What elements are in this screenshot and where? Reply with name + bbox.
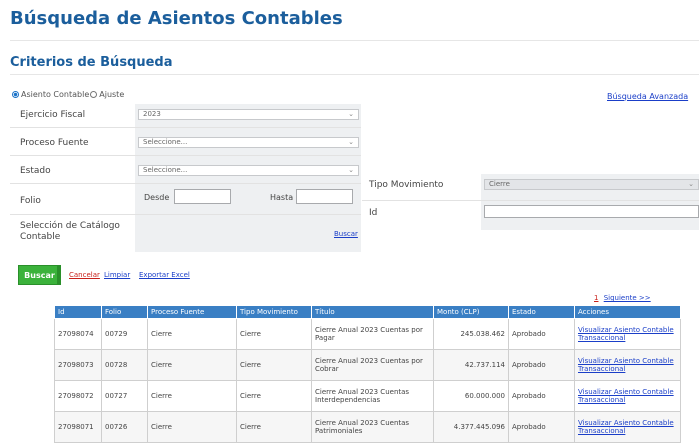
clear-link[interactable]: Limpiar	[104, 271, 130, 279]
cell-monto: 245.038.462	[433, 318, 509, 350]
desde-label: Desde	[144, 193, 170, 202]
view-entry-link[interactable]: Visualizar Asiento Contable Transacciona…	[578, 357, 677, 373]
table-row: 27098071 00726 Cierre Cierre Cierre Anua…	[54, 411, 681, 443]
cell-acciones: Visualizar Asiento Contable Transacciona…	[574, 380, 681, 412]
radio-asiento-label: Asiento Contable	[21, 90, 90, 99]
column-header[interactable]: Estado	[508, 305, 575, 319]
title-divider	[10, 40, 699, 41]
cell-titulo: Cierre Anual 2023 Cuentas Patrimoniales	[311, 411, 434, 443]
folio-desde-input[interactable]	[174, 189, 231, 204]
page-title: Búsqueda de Asientos Contables	[10, 8, 343, 29]
ejercicio-label: Ejercicio Fiscal	[20, 110, 86, 120]
catalogo-label: Selección de Catálogo Contable	[20, 221, 120, 242]
tipo-movimiento-select[interactable]: Cierre ⌄	[484, 179, 699, 190]
radio-ajuste[interactable]	[90, 91, 98, 98]
view-entry-link[interactable]: Visualizar Asiento Contable Transacciona…	[578, 326, 677, 342]
row-divider	[10, 183, 361, 184]
cell-titulo: Cierre Anual 2023 Cuentas por Pagar	[311, 318, 434, 350]
cell-folio: 00727	[101, 380, 148, 412]
cell-tipo: Cierre	[236, 380, 312, 412]
folio-label: Folio	[20, 196, 41, 206]
chevron-down-icon: ⌄	[348, 110, 354, 118]
id-input[interactable]	[484, 205, 699, 218]
estado-label: Estado	[20, 166, 51, 176]
ejercicio-select[interactable]: 2023 ⌄	[138, 109, 359, 120]
ejercicio-value: 2023	[143, 110, 161, 118]
cell-estado: Aprobado	[508, 380, 575, 412]
proceso-select[interactable]: Seleccione... ⌄	[138, 137, 359, 148]
cell-acciones: Visualizar Asiento Contable Transacciona…	[574, 349, 681, 381]
search-button[interactable]: Buscar	[18, 265, 61, 285]
column-header[interactable]: Tipo Movimiento	[236, 305, 312, 319]
cell-estado: Aprobado	[508, 411, 575, 443]
results-table: Id Folio Proceso Fuente Tipo Movimiento …	[54, 305, 681, 443]
catalogo-search-link[interactable]: Buscar	[334, 230, 358, 238]
row-divider	[362, 200, 699, 201]
section-title: Criterios de Búsqueda	[10, 55, 173, 70]
cell-estado: Aprobado	[508, 318, 575, 350]
row-divider	[10, 155, 361, 156]
view-entry-link[interactable]: Visualizar Asiento Contable Transacciona…	[578, 419, 677, 435]
cell-folio: 00726	[101, 411, 148, 443]
cell-proceso: Cierre	[147, 318, 237, 350]
cell-id: 27098074	[54, 318, 102, 350]
next-page-link[interactable]: Siguiente >>	[604, 294, 651, 302]
cell-id: 27098071	[54, 411, 102, 443]
advanced-search-link[interactable]: Búsqueda Avanzada	[607, 92, 688, 101]
cell-folio: 00729	[101, 318, 148, 350]
radio-ajuste-label: Ajuste	[99, 90, 125, 99]
row-divider	[10, 214, 361, 215]
cell-acciones: Visualizar Asiento Contable Transacciona…	[574, 318, 681, 350]
entry-type-radio-group: Asiento Contable Ajuste	[12, 90, 124, 99]
proceso-label: Proceso Fuente	[20, 138, 89, 148]
chevron-down-icon: ⌄	[348, 166, 354, 174]
table-row: 27098074 00729 Cierre Cierre Cierre Anua…	[54, 318, 681, 350]
view-entry-link[interactable]: Visualizar Asiento Contable Transacciona…	[578, 388, 677, 404]
tipo-movimiento-value: Cierre	[489, 180, 510, 188]
cell-titulo: Cierre Anual 2023 Cuentas por Cobrar	[311, 349, 434, 381]
cell-monto: 4.377.445.096	[433, 411, 509, 443]
row-divider	[10, 127, 361, 128]
table-row: 27098073 00728 Cierre Cierre Cierre Anua…	[54, 349, 681, 381]
cell-estado: Aprobado	[508, 349, 575, 381]
chevron-down-icon: ⌄	[348, 138, 354, 146]
column-header[interactable]: Monto (CLP)	[433, 305, 509, 319]
cell-proceso: Cierre	[147, 380, 237, 412]
column-header[interactable]: Id	[54, 305, 102, 319]
table-header-row: Id Folio Proceso Fuente Tipo Movimiento …	[54, 305, 681, 319]
chevron-down-icon: ⌄	[688, 180, 694, 188]
cell-proceso: Cierre	[147, 349, 237, 381]
cell-tipo: Cierre	[236, 411, 312, 443]
cell-titulo: Cierre Anual 2023 Cuentas Interdependenc…	[311, 380, 434, 412]
column-header[interactable]: Título	[311, 305, 434, 319]
cell-monto: 42.737.114	[433, 349, 509, 381]
cell-tipo: Cierre	[236, 318, 312, 350]
folio-hasta-input[interactable]	[296, 189, 353, 204]
id-label: Id	[369, 208, 378, 218]
cell-acciones: Visualizar Asiento Contable Transacciona…	[574, 411, 681, 443]
current-page[interactable]: 1	[594, 294, 598, 302]
table-row: 27098072 00727 Cierre Cierre Cierre Anua…	[54, 380, 681, 412]
cell-tipo: Cierre	[236, 349, 312, 381]
section-divider	[10, 74, 699, 75]
estado-select[interactable]: Seleccione... ⌄	[138, 165, 359, 176]
export-excel-link[interactable]: Exportar Excel	[139, 271, 190, 279]
hasta-label: Hasta	[270, 193, 294, 202]
pagination: 1 Siguiente >>	[594, 294, 651, 302]
search-button-edge	[57, 265, 61, 285]
cancel-link[interactable]: Cancelar	[69, 271, 100, 279]
column-header[interactable]: Folio	[101, 305, 148, 319]
cell-id: 27098073	[54, 349, 102, 381]
cell-monto: 60.000.000	[433, 380, 509, 412]
radio-asiento-contable[interactable]	[12, 91, 19, 98]
cell-proceso: Cierre	[147, 411, 237, 443]
proceso-value: Seleccione...	[143, 138, 188, 146]
column-header[interactable]: Proceso Fuente	[147, 305, 237, 319]
cell-id: 27098072	[54, 380, 102, 412]
estado-value: Seleccione...	[143, 166, 188, 174]
tipo-movimiento-label: Tipo Movimiento	[369, 180, 444, 190]
cell-folio: 00728	[101, 349, 148, 381]
column-header[interactable]: Acciones	[574, 305, 681, 319]
